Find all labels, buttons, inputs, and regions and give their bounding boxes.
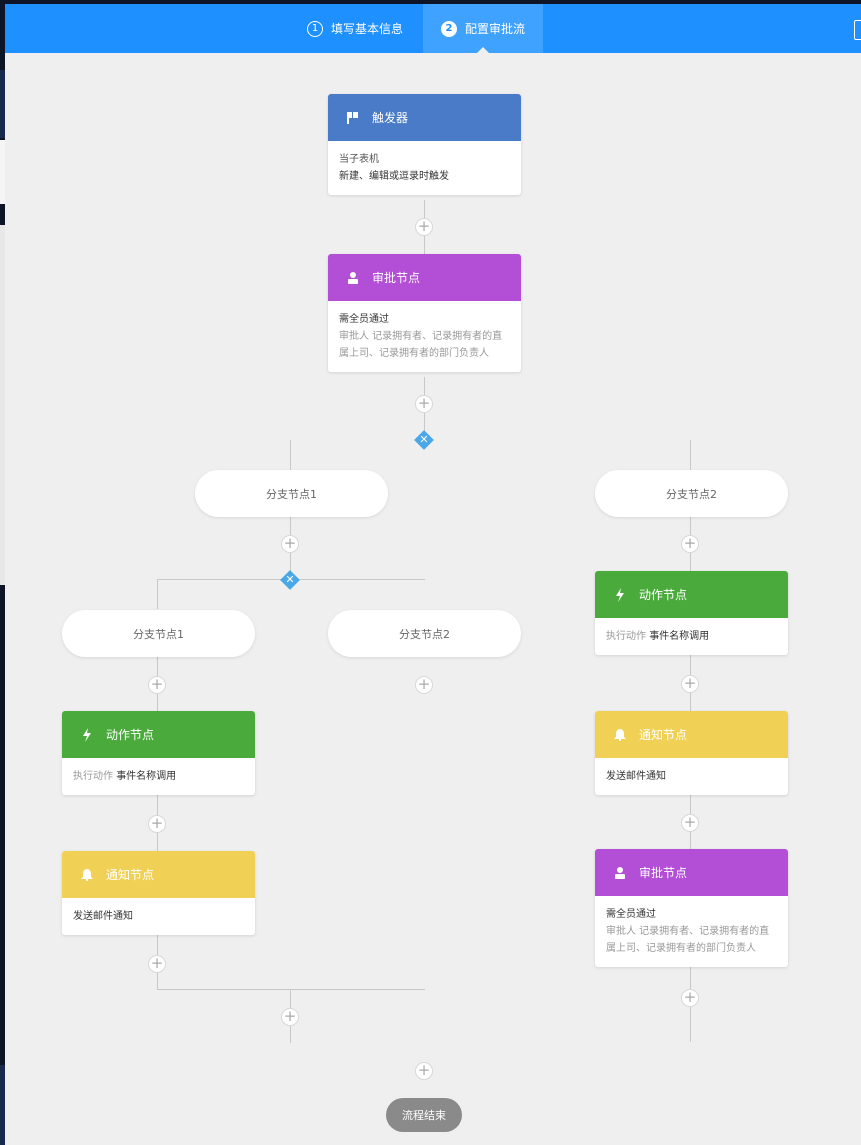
action-node-title: 动作节点 [106, 728, 155, 742]
approval-node-title: 审批节点 [372, 271, 421, 285]
branch-node[interactable]: 分支节点2 [595, 470, 788, 517]
bell-icon [81, 868, 93, 881]
action-node[interactable]: 动作节点 执行动作 事件名称调用 [62, 711, 255, 795]
add-node-button[interactable]: + [415, 395, 433, 413]
add-branch-button[interactable]: ✕ [414, 430, 434, 450]
branch-node[interactable]: 分支节点2 [328, 610, 521, 657]
approval-node[interactable]: 审批节点 需全员通过 审批人 记录拥有者、记录拥有者的直属上司、记录拥有者的部门… [595, 849, 788, 967]
bell-icon [614, 728, 626, 741]
flow-canvas: 触发器 当子表机 新建、编辑或逗录时触发 + 审批节点 需全员通过 审批人 记录… [5, 53, 861, 1145]
flow-end-button: 流程结束 [386, 1098, 462, 1132]
approval-approvers: 审批人 记录拥有者、记录拥有者的直属上司、记录拥有者的部门负责人 [339, 331, 503, 359]
approval-approvers: 审批人 记录拥有者、记录拥有者的直属上司、记录拥有者的部门负责人 [606, 926, 770, 954]
approval-node-title: 审批节点 [639, 866, 688, 880]
action-node-title: 动作节点 [639, 588, 688, 602]
action-node[interactable]: 动作节点 执行动作 事件名称调用 [595, 571, 788, 655]
action-value: 事件名称调用 [116, 771, 177, 782]
step-label: 配置审批流 [464, 22, 525, 36]
expand-icon[interactable] [854, 20, 861, 40]
add-node-button[interactable]: + [148, 815, 166, 833]
connector-line [290, 440, 291, 470]
action-node-header: 动作节点 [595, 571, 788, 618]
step-label: 填写基本信息 [331, 22, 404, 36]
step-number: 2 [440, 20, 457, 37]
approval-node-header: 审批节点 [595, 849, 788, 896]
add-node-button[interactable]: + [681, 535, 699, 553]
trigger-table: 当子表机 [339, 154, 379, 165]
add-node-button[interactable]: + [681, 675, 699, 693]
add-node-button[interactable]: + [415, 676, 433, 694]
user-icon [348, 271, 358, 284]
bolt-icon [616, 587, 624, 602]
trigger-node[interactable]: 触发器 当子表机 新建、编辑或逗录时触发 [328, 94, 521, 195]
connector-line [690, 440, 691, 470]
user-icon [615, 866, 625, 879]
add-node-button[interactable]: + [148, 955, 166, 973]
action-value: 事件名称调用 [649, 631, 710, 642]
close-icon: ✕ [419, 433, 429, 446]
close-icon: ✕ [285, 573, 295, 586]
add-node-button[interactable]: + [681, 814, 699, 832]
bolt-icon [83, 727, 91, 742]
flag-icon [347, 111, 358, 124]
add-branch-button[interactable]: ✕ [280, 570, 300, 590]
connector-line [157, 989, 425, 990]
action-label: 执行动作 [73, 771, 113, 782]
trigger-node-header: 触发器 [328, 94, 521, 141]
notify-method: 发送邮件通知 [606, 771, 666, 782]
branch-node[interactable]: 分支节点1 [195, 470, 388, 517]
add-node-button[interactable]: + [281, 535, 299, 553]
approval-node[interactable]: 审批节点 需全员通过 审批人 记录拥有者、记录拥有者的直属上司、记录拥有者的部门… [328, 254, 521, 372]
notify-node-title: 通知节点 [639, 728, 688, 742]
connector-line [157, 579, 158, 609]
step-basic-info[interactable]: 1 填写基本信息 [307, 4, 403, 53]
add-node-button[interactable]: + [415, 1062, 433, 1080]
notify-node-header: 通知节点 [595, 711, 788, 758]
action-node-header: 动作节点 [62, 711, 255, 758]
steps-header: 1 填写基本信息 2 配置审批流 [0, 0, 861, 53]
approval-rule: 需全员通过 [339, 314, 389, 325]
notify-node[interactable]: 通知节点 发送邮件通知 [62, 851, 255, 935]
action-label: 执行动作 [606, 631, 646, 642]
add-node-button[interactable]: + [681, 989, 699, 1007]
step-approval-flow[interactable]: 2 配置审批流 [423, 4, 543, 53]
trigger-condition: 新建、编辑或逗录时触发 [339, 171, 449, 182]
notify-node[interactable]: 通知节点 发送邮件通知 [595, 711, 788, 795]
approval-node-header: 审批节点 [328, 254, 521, 301]
branch-node[interactable]: 分支节点1 [62, 610, 255, 657]
approval-rule: 需全员通过 [606, 909, 656, 920]
add-node-button[interactable]: + [415, 218, 433, 236]
add-node-button[interactable]: + [281, 1008, 299, 1026]
notify-method: 发送邮件通知 [73, 911, 133, 922]
notify-node-title: 通知节点 [106, 868, 155, 882]
step-number: 1 [307, 20, 323, 37]
trigger-node-title: 触发器 [372, 111, 409, 125]
notify-node-header: 通知节点 [62, 851, 255, 898]
add-node-button[interactable]: + [148, 676, 166, 694]
